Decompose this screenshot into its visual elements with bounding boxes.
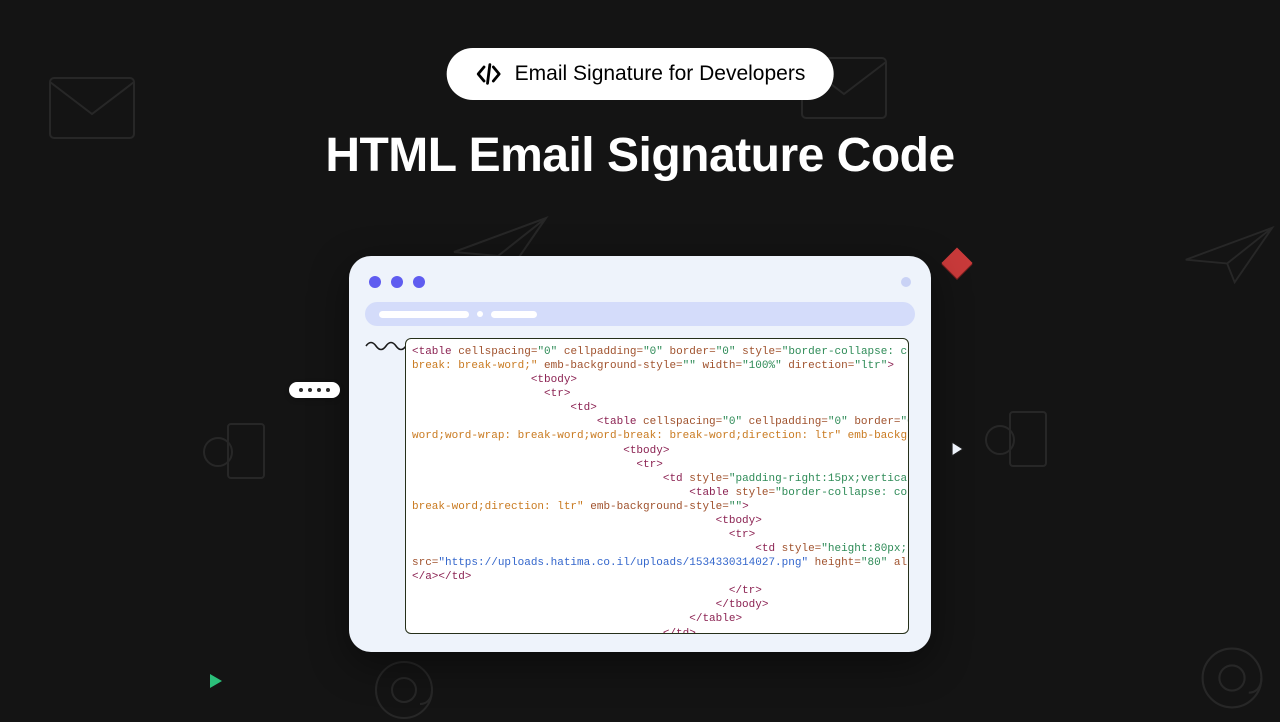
window-dot <box>391 276 403 288</box>
outlook-icon <box>980 404 1050 474</box>
envelope-icon <box>48 76 136 140</box>
paper-plane-icon <box>1182 222 1276 288</box>
ellipsis-tooltip <box>289 382 340 398</box>
window-dot <box>369 276 381 288</box>
at-sign-icon <box>364 650 444 722</box>
play-accent-icon <box>210 674 222 688</box>
at-sign-icon <box>1190 636 1274 720</box>
code-panel: <table cellspacing="0" cellpadding="0" b… <box>405 338 909 634</box>
window-dot <box>901 277 911 287</box>
page-title: HTML Email Signature Code <box>325 128 954 183</box>
outlook-icon <box>198 416 268 486</box>
window-dot <box>413 276 425 288</box>
product-badge: Email Signature for Developers <box>447 48 834 100</box>
window-controls <box>365 270 915 290</box>
play-icon <box>948 440 966 458</box>
product-badge-label: Email Signature for Developers <box>515 62 806 86</box>
browser-window: <table cellspacing="0" cellpadding="0" b… <box>349 256 931 652</box>
code-icon <box>475 60 503 88</box>
diamond-accent-icon <box>941 247 972 278</box>
url-bar <box>365 302 915 326</box>
